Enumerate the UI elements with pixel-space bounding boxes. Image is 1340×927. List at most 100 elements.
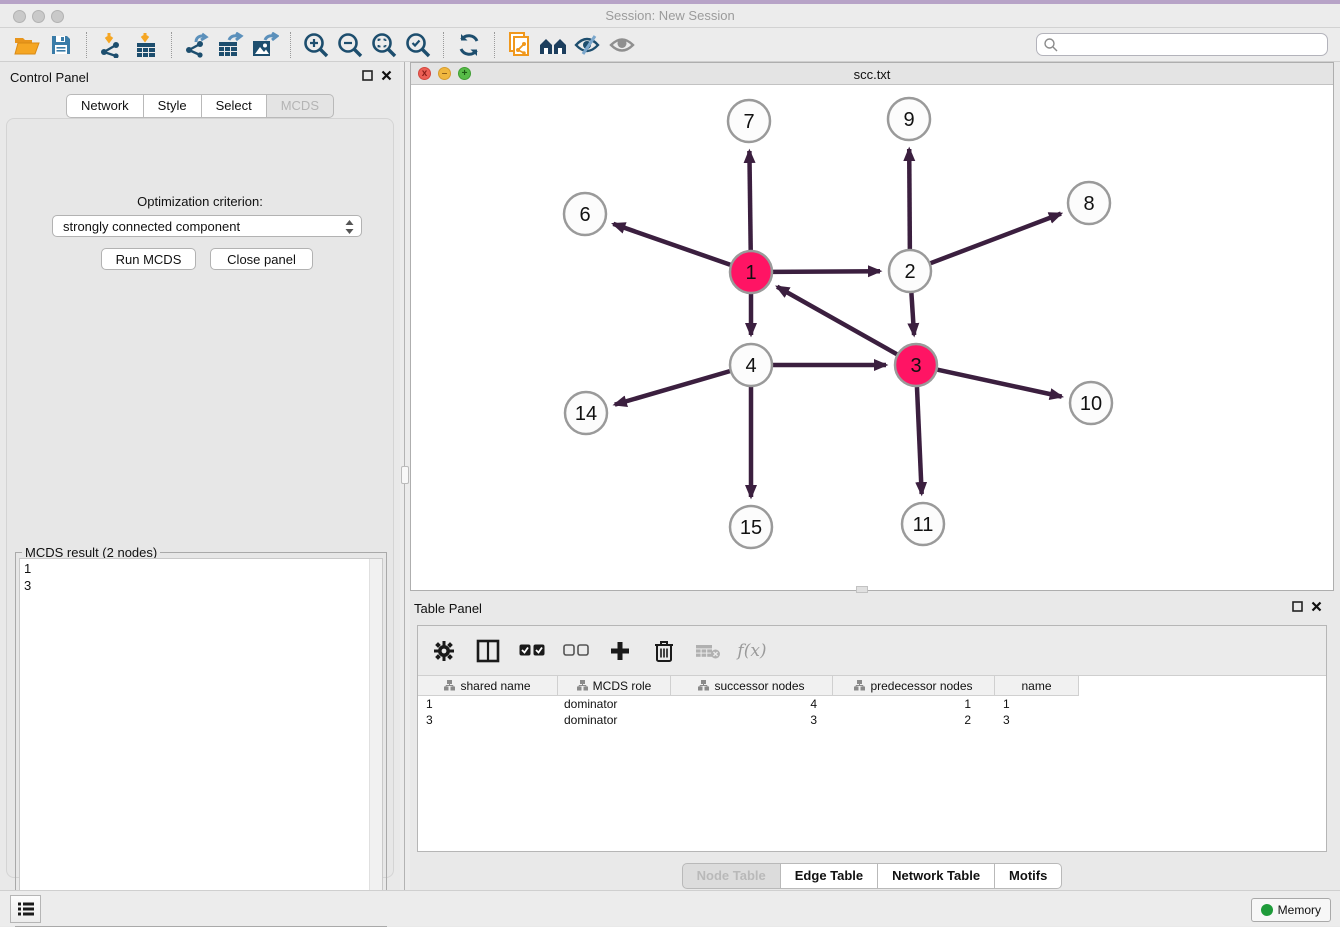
column-header-successor-nodes[interactable]: successor nodes	[671, 676, 833, 696]
zoom-in-button[interactable]	[299, 30, 333, 60]
tab-node-table[interactable]: Node Table	[682, 863, 781, 889]
tab-network-table[interactable]: Network Table	[878, 863, 995, 889]
edge-2-3[interactable]	[911, 293, 914, 335]
search-icon	[1043, 37, 1059, 53]
apply-layout-button[interactable]	[452, 30, 486, 60]
import-table-button[interactable]	[129, 30, 163, 60]
zoom-fit-icon	[371, 32, 397, 58]
toolbar-separator	[443, 32, 444, 58]
memory-status-dot	[1261, 904, 1273, 916]
show-column-panel-button[interactable]	[474, 637, 502, 665]
delete-table-icon	[695, 642, 721, 660]
edge-2-9[interactable]	[909, 149, 910, 249]
add-column-button[interactable]	[606, 637, 634, 665]
new-network-from-selection-button[interactable]	[503, 30, 537, 60]
graph-node-4[interactable]: 4	[730, 344, 772, 386]
table-cell: 2	[833, 712, 995, 728]
table-row[interactable]: 1dominator411	[418, 696, 1079, 712]
select-all-columns-button[interactable]	[518, 637, 546, 665]
table-panel-header: Table Panel	[410, 595, 1334, 625]
edge-1-7[interactable]	[749, 151, 750, 250]
graph-node-6[interactable]: 6	[564, 193, 606, 235]
edge-3-11[interactable]	[917, 387, 922, 494]
export-image-icon	[251, 32, 279, 58]
horizontal-splitter-grip[interactable]	[856, 586, 868, 593]
float-panel-icon[interactable]	[1292, 601, 1303, 612]
refresh-icon	[456, 32, 482, 58]
memory-button[interactable]: Memory	[1251, 898, 1331, 922]
close-panel-icon[interactable]	[1311, 601, 1322, 612]
zoom-selected-button[interactable]	[401, 30, 435, 60]
run-mcds-button[interactable]: Run MCDS	[101, 248, 196, 270]
dropdown-value: strongly connected component	[63, 219, 240, 234]
edge-4-14[interactable]	[615, 371, 730, 404]
zoom-out-icon	[337, 32, 363, 58]
table-settings-button[interactable]	[430, 637, 458, 665]
optimization-criterion-dropdown[interactable]: strongly connected component	[52, 215, 362, 237]
export-table-button[interactable]	[214, 30, 248, 60]
tab-network[interactable]: Network	[66, 94, 144, 118]
edge-1-6[interactable]	[613, 224, 730, 265]
graph-node-11[interactable]: 11	[902, 503, 944, 545]
tab-style[interactable]: Style	[144, 94, 202, 118]
save-floppy-icon	[50, 34, 72, 56]
network-from-selection-icon	[507, 31, 533, 59]
column-header-predecessor-nodes[interactable]: predecessor nodes	[833, 676, 995, 696]
result-scrollbar[interactable]	[369, 559, 382, 922]
export-image-button[interactable]	[248, 30, 282, 60]
graph-node-1[interactable]: 1	[730, 251, 772, 293]
export-network-button[interactable]	[180, 30, 214, 60]
edge-3-1[interactable]	[777, 287, 897, 354]
task-history-button[interactable]	[10, 895, 41, 923]
first-neighbors-button[interactable]	[537, 30, 571, 60]
graph-node-9[interactable]: 9	[888, 98, 930, 140]
close-panel-icon[interactable]	[381, 70, 392, 81]
column-header-MCDS-role[interactable]: MCDS role	[558, 676, 671, 696]
save-session-button[interactable]	[44, 30, 78, 60]
unselect-all-columns-button[interactable]	[562, 637, 590, 665]
graph-node-2[interactable]: 2	[889, 250, 931, 292]
column-header-name[interactable]: name	[995, 676, 1079, 696]
edge-2-8[interactable]	[931, 214, 1061, 264]
network-canvas[interactable]: 1 2 3 4 6 7 8 9 10 11 14 15	[411, 85, 1333, 590]
graph-node-7[interactable]: 7	[728, 100, 770, 142]
tab-motifs[interactable]: Motifs	[995, 863, 1062, 889]
column-type-icon	[854, 680, 865, 691]
graph-node-3[interactable]: 3	[895, 344, 937, 386]
hide-selected-button[interactable]	[571, 30, 605, 60]
control-panel-header: Control Panel	[0, 62, 400, 92]
graph-node-10[interactable]: 10	[1070, 382, 1112, 424]
edge-3-10[interactable]	[937, 370, 1061, 397]
graph-node-15[interactable]: 15	[730, 506, 772, 548]
column-header-shared-name[interactable]: shared name	[418, 676, 558, 696]
show-all-button[interactable]	[605, 30, 639, 60]
tab-mcds[interactable]: MCDS	[267, 94, 334, 118]
mcds-result-textarea[interactable]: 1 3	[19, 558, 383, 923]
fx-icon: f(x)	[737, 641, 766, 661]
float-panel-icon[interactable]	[362, 70, 373, 81]
table-rows: 1dominator4113dominator323	[418, 696, 1079, 728]
vertical-splitter[interactable]	[400, 62, 410, 890]
edge-1-2[interactable]	[773, 271, 880, 272]
zoom-in-icon	[303, 32, 329, 58]
search-input[interactable]	[1059, 35, 1327, 54]
zoom-out-button[interactable]	[333, 30, 367, 60]
zoom-fit-button[interactable]	[367, 30, 401, 60]
splitter-grip[interactable]	[401, 466, 409, 484]
close-panel-button[interactable]: Close panel	[210, 248, 313, 270]
node-label: 1	[745, 262, 756, 284]
delete-table-button	[694, 637, 722, 665]
graph-node-8[interactable]: 8	[1068, 182, 1110, 224]
control-panel: Control Panel Network Style Select MCDS …	[0, 62, 400, 890]
table-row[interactable]: 3dominator323	[418, 712, 1079, 728]
node-label: 8	[1083, 193, 1094, 215]
graph-node-14[interactable]: 14	[565, 392, 607, 434]
open-session-button[interactable]	[10, 30, 44, 60]
tab-select[interactable]: Select	[202, 94, 267, 118]
tab-edge-table[interactable]: Edge Table	[781, 863, 878, 889]
control-panel-title: Control Panel	[10, 70, 89, 85]
import-network-button[interactable]	[95, 30, 129, 60]
unchecked-boxes-icon	[563, 644, 589, 657]
column-header-label: shared name	[460, 679, 530, 693]
delete-column-button[interactable]	[650, 637, 678, 665]
